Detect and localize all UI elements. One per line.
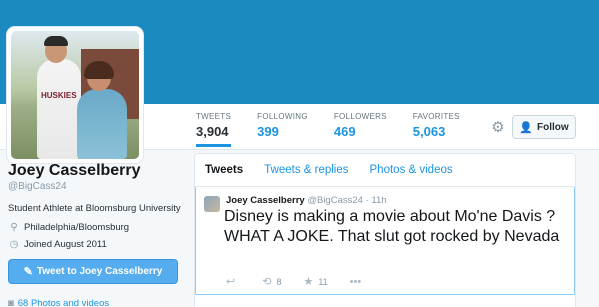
- tab-photos-videos[interactable]: Photos & videos: [370, 164, 453, 176]
- profile-card: Joey Casselberry @BigCass24 Student Athl…: [8, 162, 188, 250]
- retweet-button[interactable]: ⟲ 8: [262, 275, 281, 288]
- retweet-icon: ⟲: [262, 276, 272, 288]
- follow-button-label: Follow: [537, 121, 569, 133]
- timeline-tabs: Tweets Tweets & replies Photos & videos: [195, 154, 575, 187]
- stat-followers[interactable]: FOLLOWERS 469: [334, 112, 387, 147]
- timeline: Tweets Tweets & replies Photos & videos …: [194, 153, 576, 307]
- avatar-photo: HUSKIES: [11, 31, 139, 159]
- stat-tweets[interactable]: TWEETS 3,904: [196, 112, 232, 147]
- photos-videos-link[interactable]: ◙ 68 Photos and videos: [8, 298, 109, 307]
- photo-jersey-text: HUSKIES: [41, 91, 77, 100]
- camera-icon: ◙: [8, 298, 14, 307]
- star-icon: ★: [303, 276, 314, 288]
- reply-icon: ↩: [226, 276, 236, 288]
- tweet-author-name[interactable]: Joey Casselberry: [226, 195, 305, 206]
- profile-name[interactable]: Joey Casselberry: [8, 162, 188, 180]
- photo-player-cap: [44, 36, 68, 46]
- stat-value: 399: [257, 124, 279, 139]
- calendar-icon: ◷: [9, 239, 19, 250]
- favorite-count: 11: [318, 276, 328, 287]
- follow-button[interactable]: 👤 Follow: [512, 115, 576, 139]
- favorite-button[interactable]: ★ 11: [303, 275, 327, 288]
- tweet-avatar[interactable]: [204, 196, 220, 212]
- photos-label: 68 Photos and videos: [17, 298, 110, 307]
- reply-button[interactable]: ↩: [226, 275, 240, 288]
- tweet-author-handle[interactable]: @BigCass24: [307, 195, 363, 206]
- profile-stats: TWEETS 3,904 FOLLOWING 399 FOLLOWERS 469…: [196, 112, 486, 147]
- profile-location: ⚲ Philadelphia/Bloomsburg: [8, 222, 188, 233]
- tweet-header: Joey Casselberry @BigCass24 · 11h: [226, 195, 387, 206]
- tweet-actions: ↩ ⟲ 8 ★ 11 •••: [226, 275, 388, 289]
- photo-person-player: [37, 59, 81, 159]
- tweet-to-button[interactable]: ✎ Tweet to Joey Casselberry: [8, 259, 178, 284]
- gear-icon[interactable]: ⚙: [490, 120, 506, 136]
- photo-person-woman: [77, 89, 127, 159]
- tweet-timestamp[interactable]: 11h: [371, 195, 386, 206]
- location-pin-icon: ⚲: [10, 222, 18, 233]
- profile-avatar[interactable]: HUSKIES: [7, 27, 143, 163]
- tab-tweets[interactable]: Tweets: [205, 164, 243, 176]
- stat-value: 3,904: [196, 124, 229, 139]
- joined-text: Joined August 2011: [24, 239, 107, 250]
- tweet-item[interactable]: Joey Casselberry @BigCass24 · 11h Disney…: [195, 187, 575, 297]
- tweet-separator: ·: [365, 195, 369, 206]
- more-button[interactable]: •••: [350, 276, 367, 288]
- stat-following[interactable]: FOLLOWING 399: [257, 112, 308, 147]
- stat-label: TWEETS: [196, 112, 232, 121]
- stat-value: 469: [333, 124, 356, 139]
- profile-bio: Student Athlete at Bloomsburg University: [8, 203, 181, 214]
- more-icon: •••: [349, 275, 362, 288]
- person-plus-icon: 👤: [519, 121, 534, 134]
- stat-label: FOLLOWERS: [333, 112, 387, 121]
- stat-value: 5,063: [412, 124, 446, 139]
- tab-tweets-replies[interactable]: Tweets & replies: [264, 164, 348, 176]
- tweet-text: Disney is making a movie about Mo'ne Dav…: [224, 208, 560, 245]
- location-text: Philadelphia/Bloomsburg: [24, 222, 130, 233]
- profile-joined: ◷ Joined August 2011: [8, 239, 188, 250]
- stat-label: FOLLOWING: [257, 112, 308, 121]
- compose-icon: ✎: [23, 266, 33, 278]
- retweet-count: 8: [276, 276, 282, 287]
- stat-favorites[interactable]: FAVORITES 5,063: [413, 112, 460, 147]
- profile-handle[interactable]: @BigCass24: [8, 181, 188, 192]
- stat-label: FAVORITES: [412, 112, 460, 121]
- tweet-to-label: Tweet to Joey Casselberry: [36, 266, 163, 277]
